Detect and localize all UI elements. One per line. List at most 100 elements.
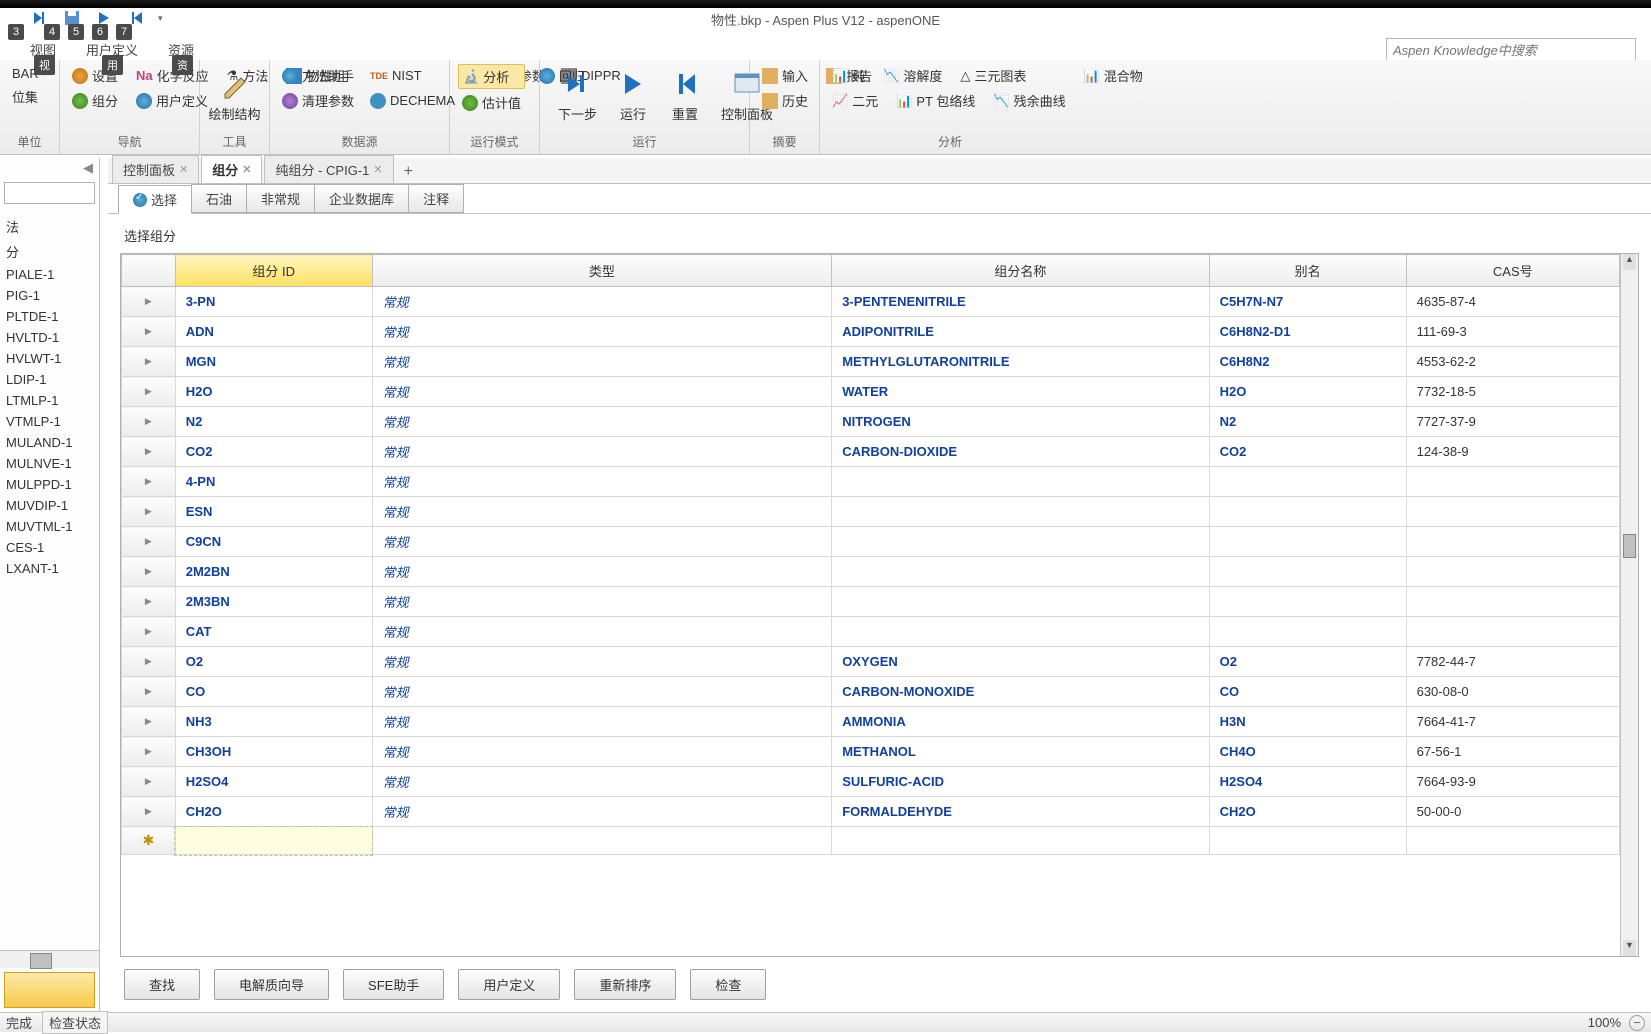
- cell-name[interactable]: 3-PENTENENITRILE: [832, 287, 1209, 317]
- cell-cas-new[interactable]: [1406, 827, 1619, 855]
- cell-alias[interactable]: [1209, 497, 1406, 527]
- cell-type[interactable]: 常规: [372, 677, 832, 707]
- cell-name[interactable]: [832, 617, 1209, 647]
- find-button[interactable]: 查找: [124, 969, 200, 1000]
- cell-cas[interactable]: [1406, 497, 1619, 527]
- close-icon[interactable]: ✕: [373, 163, 382, 176]
- summary-history[interactable]: 历史: [758, 89, 812, 112]
- cell-cas[interactable]: [1406, 587, 1619, 617]
- cell-name[interactable]: FORMALDEHYDE: [832, 797, 1209, 827]
- cell-name[interactable]: AMMONIA: [832, 707, 1209, 737]
- left-bottom-pane[interactable]: [4, 972, 95, 1008]
- cell-cas[interactable]: 7782-44-7: [1406, 647, 1619, 677]
- row-handle[interactable]: ▶: [122, 617, 176, 647]
- cell-id[interactable]: N2: [175, 407, 372, 437]
- cell-id[interactable]: H2SO4: [175, 767, 372, 797]
- tree-item[interactable]: LTMLP-1: [4, 390, 95, 411]
- tree-item[interactable]: 法: [4, 214, 95, 239]
- cell-id[interactable]: ESN: [175, 497, 372, 527]
- tree-item[interactable]: LDIP-1: [4, 369, 95, 390]
- analysis-ternary[interactable]: △三元图表: [956, 64, 1030, 87]
- tree-item[interactable]: MULNVE-1: [4, 453, 95, 474]
- run-next[interactable]: 下一步: [548, 64, 607, 133]
- cell-alias[interactable]: [1209, 467, 1406, 497]
- row-handle[interactable]: ▶: [122, 797, 176, 827]
- cell-id[interactable]: 2M2BN: [175, 557, 372, 587]
- cell-alias[interactable]: CH2O: [1209, 797, 1406, 827]
- cell-name[interactable]: NITROGEN: [832, 407, 1209, 437]
- cell-type[interactable]: 常规: [372, 317, 832, 347]
- cell-name[interactable]: WATER: [832, 377, 1209, 407]
- cell-cas[interactable]: 67-56-1: [1406, 737, 1619, 767]
- table-row[interactable]: ▶2M2BN常规: [122, 557, 1620, 587]
- table-row[interactable]: ▶MGN常规METHYLGLUTARONITRILEC6H8N24553-62-…: [122, 347, 1620, 377]
- cell-cas[interactable]: 4553-62-2: [1406, 347, 1619, 377]
- cell-name[interactable]: SULFURIC-ACID: [832, 767, 1209, 797]
- tree-item[interactable]: HVLTD-1: [4, 327, 95, 348]
- cell-type[interactable]: 常规: [372, 347, 832, 377]
- row-handle[interactable]: ▶: [122, 467, 176, 497]
- row-handle[interactable]: ▶: [122, 557, 176, 587]
- scroll-up-icon[interactable]: ▲: [1623, 254, 1636, 270]
- cell-alias[interactable]: [1209, 527, 1406, 557]
- inner-tab-petroleum[interactable]: 石油: [191, 184, 247, 213]
- inner-tab-select[interactable]: 选择: [118, 185, 192, 214]
- reorder-button[interactable]: 重新排序: [574, 969, 676, 1000]
- cell-name[interactable]: METHANOL: [832, 737, 1209, 767]
- cell-type[interactable]: 常规: [372, 527, 832, 557]
- cell-cas[interactable]: [1406, 527, 1619, 557]
- cell-alias[interactable]: CO: [1209, 677, 1406, 707]
- row-handle[interactable]: ▶: [122, 377, 176, 407]
- cell-id[interactable]: CO2: [175, 437, 372, 467]
- cell-id[interactable]: 4-PN: [175, 467, 372, 497]
- table-row[interactable]: ▶C9CN常规: [122, 527, 1620, 557]
- table-row[interactable]: ▶ESN常规: [122, 497, 1620, 527]
- row-handle[interactable]: ▶: [122, 287, 176, 317]
- cell-cas[interactable]: 7732-18-5: [1406, 377, 1619, 407]
- tree-item[interactable]: MULAND-1: [4, 432, 95, 453]
- check-button[interactable]: 检查: [690, 969, 766, 1000]
- row-handle[interactable]: ▶: [122, 737, 176, 767]
- cell-id[interactable]: 2M3BN: [175, 587, 372, 617]
- cell-type[interactable]: 常规: [372, 377, 832, 407]
- cell-name[interactable]: OXYGEN: [832, 647, 1209, 677]
- collapse-arrow-icon[interactable]: ◀: [0, 158, 99, 178]
- elec-wizard-button[interactable]: 电解质向导: [214, 969, 329, 1000]
- cell-type[interactable]: 常规: [372, 467, 832, 497]
- row-handle[interactable]: ▶: [122, 437, 176, 467]
- row-handle[interactable]: ▶: [122, 497, 176, 527]
- cell-cas[interactable]: 7664-41-7: [1406, 707, 1619, 737]
- tree-item[interactable]: MUVTML-1: [4, 516, 95, 537]
- cell-id[interactable]: MGN: [175, 347, 372, 377]
- cell-alias[interactable]: C6H8N2: [1209, 347, 1406, 377]
- row-handle[interactable]: ▶: [122, 527, 176, 557]
- analysis-pure[interactable]: 📊纯: [828, 64, 869, 87]
- cell-alias[interactable]: O2: [1209, 647, 1406, 677]
- cell-type[interactable]: 常规: [372, 407, 832, 437]
- cell-id[interactable]: H2O: [175, 377, 372, 407]
- cell-type[interactable]: 常规: [372, 767, 832, 797]
- table-row[interactable]: ▶CO2常规CARBON-DIOXIDECO2124-38-9: [122, 437, 1620, 467]
- table-row[interactable]: ▶N2常规NITROGENN27727-37-9: [122, 407, 1620, 437]
- table-new-row[interactable]: ✱: [122, 827, 1620, 855]
- tab-add-button[interactable]: +: [396, 161, 421, 183]
- cell-id[interactable]: ADN: [175, 317, 372, 347]
- tab-pure-cpig1[interactable]: 纯组分 - CPIG-1✕: [264, 155, 393, 183]
- row-handle[interactable]: ▶: [122, 407, 176, 437]
- cell-type[interactable]: 常规: [372, 587, 832, 617]
- left-dropdown[interactable]: [4, 182, 95, 204]
- method-assistant[interactable]: 方法助手: [278, 64, 358, 87]
- status-check[interactable]: 检查状态: [42, 1011, 108, 1034]
- scroll-down-icon[interactable]: ▼: [1623, 940, 1636, 956]
- search-input[interactable]: [1386, 38, 1636, 62]
- cell-alias-new[interactable]: [1209, 827, 1406, 855]
- cell-alias[interactable]: H2O: [1209, 377, 1406, 407]
- cell-type[interactable]: 常规: [372, 497, 832, 527]
- cell-type-new[interactable]: [372, 827, 832, 855]
- cell-cas[interactable]: 630-08-0: [1406, 677, 1619, 707]
- mode-estimate[interactable]: 估计值: [458, 91, 525, 114]
- cell-id[interactable]: NH3: [175, 707, 372, 737]
- cell-cas[interactable]: [1406, 557, 1619, 587]
- cell-cas[interactable]: 4635-87-4: [1406, 287, 1619, 317]
- cell-id[interactable]: C9CN: [175, 527, 372, 557]
